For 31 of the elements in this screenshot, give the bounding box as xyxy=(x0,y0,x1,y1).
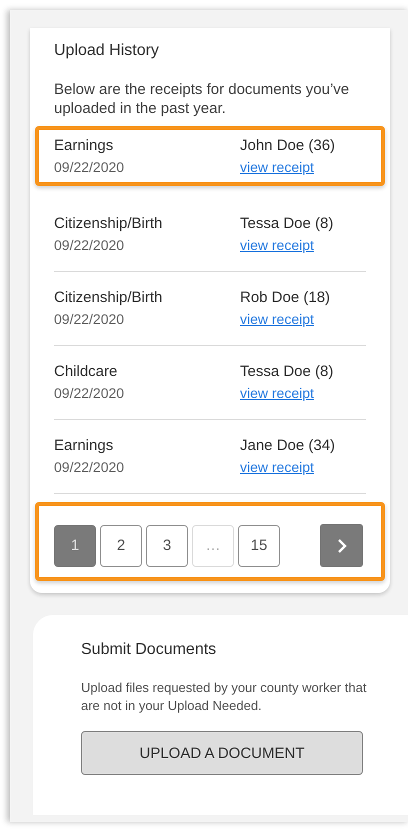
section-title: Upload History xyxy=(54,42,160,60)
upload-button[interactable]: UPLOAD A DOCUMENT xyxy=(81,731,363,775)
view-receipt-link[interactable]: view receipt xyxy=(240,310,330,326)
section-description: Upload files requested by your county worker that are not in your Upload Needed. xyxy=(81,679,368,715)
upload-date: 09/22/2020 xyxy=(54,159,126,175)
document-type: Childcare xyxy=(54,362,118,380)
section-description: Below are the receipts for documents you’ve uploaded in the past year. xyxy=(54,80,350,118)
view-receipt-link[interactable]: view receipt xyxy=(240,384,334,400)
person-name: Jane Doe (34) xyxy=(240,436,336,454)
view-receipt-link[interactable]: view receipt xyxy=(240,236,334,252)
chevron-right-icon xyxy=(336,538,348,554)
document-type: Citizenship/Birth xyxy=(54,214,164,232)
view-receipt-link[interactable]: view receipt xyxy=(240,458,336,474)
person-name: John Doe (36) xyxy=(240,137,336,154)
upload-date: 09/22/2020 xyxy=(54,458,126,474)
upload-date: 09/22/2020 xyxy=(54,384,126,400)
person-name: Tessa Doe (8) xyxy=(240,214,334,232)
person-name: Rob Doe (18) xyxy=(240,288,330,306)
document-type: Citizenship/Birth xyxy=(54,288,164,306)
person-name: Tessa Doe (8) xyxy=(240,362,334,380)
page-button[interactable]: 3 xyxy=(146,524,188,566)
document-type: Earnings xyxy=(54,137,114,154)
page-button[interactable]: 2 xyxy=(100,524,142,566)
view-receipt-link[interactable]: view receipt xyxy=(240,159,336,175)
page-button[interactable]: 1 xyxy=(54,524,96,566)
document-type: Earnings xyxy=(54,436,114,454)
page-button[interactable]: 15 xyxy=(238,524,280,566)
upload-date: 09/22/2020 xyxy=(54,310,126,326)
section-title: Submit Documents xyxy=(81,641,218,659)
next-page-button[interactable] xyxy=(320,524,363,567)
upload-date: 09/22/2020 xyxy=(54,236,126,252)
